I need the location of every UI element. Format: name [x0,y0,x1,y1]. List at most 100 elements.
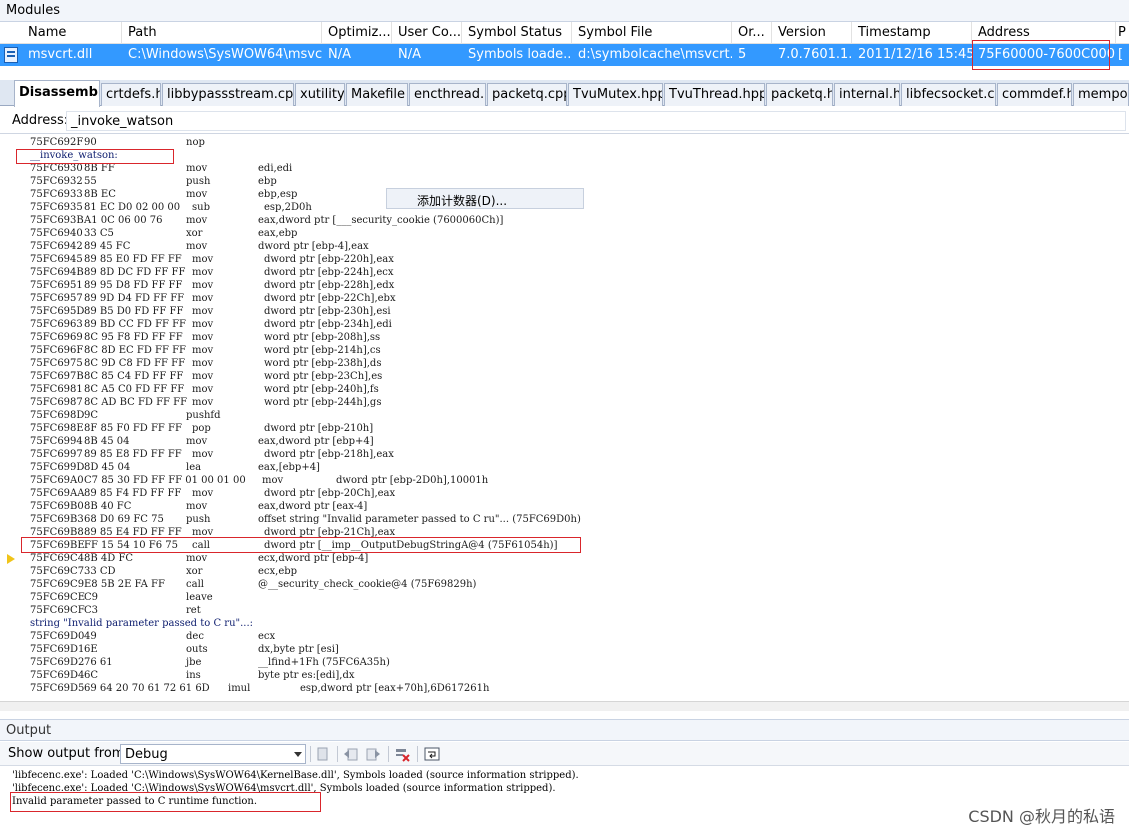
tab-tvuthread-hpp[interactable]: TvuThread.hpp [664,83,765,106]
disassembly-line[interactable]: 75FC69CF C3 ret [0,604,1129,617]
disassembly-line[interactable]: 75FC694B 89 8D DC FD FF FF mov dword ptr [e… [0,266,1129,279]
column-header-path[interactable]: Path [122,22,322,44]
disassembly-line[interactable]: 75FC69D5 69 64 20 70 61 72 61 6D imul esp,d… [0,682,1129,695]
disassembly-line[interactable]: 75FC69A0 C7 85 30 FD FF FF 01 00 01 00 mov… [0,474,1129,487]
disassembly-line[interactable]: 75FC695D 89 B5 D0 FD FF FF mov dword ptr [e… [0,305,1129,318]
modules-grid: Name Path Optimiz... User Co... Symbol S… [0,22,1129,70]
disassembly-line[interactable]: 75FC69D2 76 61 jbe __lfind+1Fh (75FC6A35h) [0,656,1129,669]
instruction-address: 75FC69D0 [30,631,85,642]
instruction-mnemonic: lea [186,462,202,473]
column-header-order[interactable]: Or... [732,22,772,44]
instruction-operands: ebp,esp [258,189,298,200]
tab-makefile[interactable]: Makefile [346,83,408,106]
tab-internal-h[interactable]: internal.h [834,83,900,106]
disassembly-line[interactable]: 75FC69D1 6E outs dx,byte ptr [esi] [0,643,1129,656]
disassembly-line[interactable]: 75FC6987 8C AD BC FD FF FF mov word ptr [eb… [0,396,1129,409]
tab-libbypassstream-cpp[interactable]: libbypassstream.cpp [162,83,294,106]
disassembly-line[interactable]: 75FC69B3 68 D0 69 FC 75 push offset string … [0,513,1129,526]
instruction-mnemonic: ret [186,605,201,616]
disassembly-line[interactable]: 75FC69D4 6C ins byte ptr es:[edi],dx [0,669,1129,682]
instruction-operands: dword ptr [ebp-20Ch],eax [264,488,396,499]
disassembly-label: string "Invalid parameter passed to C ru… [30,618,254,629]
tab-tvumutex-hpp[interactable]: TvuMutex.hpp [568,83,663,106]
tab-crtdefs-h[interactable]: crtdefs.h [101,83,161,106]
tab-xutility[interactable]: xutility [295,83,345,106]
disassembly-line[interactable]: 75FC6942 89 45 FC mov dword ptr [ebp-4],eax [0,240,1129,253]
disassembly-line[interactable]: 75FC69C9 E8 5B 2E FA FF call @__security_ch… [0,578,1129,591]
disassembly-line[interactable]: 75FC6957 89 9D D4 FD FF FF mov dword ptr [e… [0,292,1129,305]
column-header-name[interactable]: Name [22,22,122,44]
instruction-mnemonic: mov [192,293,214,304]
disassembly-line[interactable]: 75FC692F 90 nop [0,136,1129,149]
tab-encthread-h[interactable]: encthread.h [409,83,486,106]
tab-packetq-cpp[interactable]: packetq.cpp [487,83,567,106]
instruction-mnemonic: mov [192,371,214,382]
disassembly-view[interactable]: 75FC69D5 69 64 20 70 61 72 61 6D imul esp,d… [0,134,1129,701]
toggle-word-wrap-icon[interactable] [423,745,441,763]
instruction-bytes: 8F 85 F0 FD FF FF [84,423,182,434]
find-source-icon[interactable] [314,745,332,763]
column-header-version[interactable]: Version [772,22,852,44]
tab-commdef-h[interactable]: commdef.h [997,83,1072,106]
tab-packetq-h[interactable]: packetq.h [766,83,833,106]
clear-all-icon[interactable] [393,745,411,763]
disassembly-line[interactable]: 75FC6969 8C 95 F8 FD FF FF mov word ptr [eb… [0,331,1129,344]
instruction-address: 75FC695D [30,306,85,317]
disassembly-line[interactable]: 75FC6975 8C 9D C8 FD FF FF mov word ptr [eb… [0,357,1129,370]
instruction-mnemonic: push [186,514,211,525]
disassembly-line[interactable]: 75FC696F 8C 8D EC FD FF FF mov word ptr [eb… [0,344,1129,357]
instruction-operands: ecx [258,631,276,642]
disassembly-label-line[interactable]: string "Invalid parameter passed to C ru… [0,617,1129,630]
column-header-optimized[interactable]: Optimiz... [322,22,392,44]
disassembly-line[interactable]: 75FC6945 89 85 E0 FD FF FF mov dword ptr [e… [0,253,1129,266]
output-source-select[interactable]: Debug [120,744,306,764]
column-header-process[interactable]: P [1116,22,1129,44]
disassembly-line[interactable]: 75FC6951 89 95 D8 FD FF FF mov dword ptr [e… [0,279,1129,292]
instruction-address: 75FC699D [30,462,85,473]
address-input[interactable]: _invoke_watson [66,111,1126,131]
go-to-next-message-icon[interactable] [364,745,382,763]
instruction-bytes: 89 BD CC FD FF FF [84,319,186,330]
disassembly-line[interactable]: 75FC69C4 8B 4D FC mov ecx,dword ptr [ebp-4] [0,552,1129,565]
output-line: 'libfecenc.exe': Loaded 'C:\Windows\SysW… [12,770,579,781]
disassembly-line[interactable]: 75FC69C7 33 CD xor ecx,ebp [0,565,1129,578]
instruction-mnemonic: call [186,579,204,590]
disassembly-line[interactable]: 75FC6997 89 85 E8 FD FF FF mov dword ptr [e… [0,448,1129,461]
go-to-previous-message-icon[interactable] [342,745,360,763]
instruction-address: 75FC6932 [30,176,83,187]
disassembly-line[interactable]: 75FC698E 8F 85 F0 FD FF FF pop dword ptr [e… [0,422,1129,435]
instruction-operands: word ptr [ebp-208h],ss [264,332,381,343]
disassembly-line[interactable]: 75FC69B0 8B 40 FC mov eax,dword ptr [eax-4] [0,500,1129,513]
disassembly-line[interactable]: 75FC693B A1 0C 06 00 76 mov eax,dword ptr [… [0,214,1129,227]
disassembly-line[interactable]: 75FC6932 55 push ebp [0,175,1129,188]
disassembly-line[interactable]: 75FC69AA 89 85 F4 FD FF FF mov dword ptr [e… [0,487,1129,500]
disassembly-horizontal-scrollbar[interactable] [0,701,1129,711]
disassembly-line[interactable]: 75FC69D0 49 dec ecx [0,630,1129,643]
instruction-mnemonic: mov [262,475,284,486]
toolbar-separator [417,746,418,762]
tab-libfecsocket-cc[interactable]: libfecsocket.cc [901,83,996,106]
instruction-bytes: 8C 95 F8 FD FF FF [84,332,183,343]
output-text-area[interactable]: 'libfecenc.exe': Loaded 'C:\Windows\SysW… [0,767,1129,831]
instruction-address: 75FC69D5 [30,683,85,694]
module-row-msvcrt[interactable]: msvcrt.dll C:\Windows\SysWOW64\msvc... N… [0,44,1129,66]
context-menu-add-counter[interactable]: 添加计数器(D)... [386,188,584,209]
instruction-bytes: 8B 40 FC [84,501,132,512]
disassembly-line[interactable]: 75FC697B 8C 85 C4 FD FF FF mov word ptr [eb… [0,370,1129,383]
disassembly-line[interactable]: 75FC699D 8D 45 04 lea eax,[ebp+4] [0,461,1129,474]
disassembly-line[interactable]: 75FC6994 8B 45 04 mov eax,dword ptr [ebp+4] [0,435,1129,448]
instruction-bytes: 8B 45 04 [84,436,130,447]
disassembly-line[interactable]: 75FC6940 33 C5 xor eax,ebp [0,227,1129,240]
column-header-symbol-status[interactable]: Symbol Status [462,22,572,44]
column-header-timestamp[interactable]: Timestamp [852,22,972,44]
disassembly-line[interactable]: 75FC69CE C9 leave [0,591,1129,604]
instruction-address: 75FC6994 [30,436,83,447]
column-header-symbol-file[interactable]: Symbol File [572,22,732,44]
disassembly-line[interactable]: 75FC698D 9C pushfd [0,409,1129,422]
instruction-operands: esp,2D0h [264,202,312,213]
tab-mempool[interactable]: mempo [1073,83,1129,106]
column-header-user-code[interactable]: User Co... [392,22,462,44]
disassembly-line[interactable]: 75FC6963 89 BD CC FD FF FF mov dword ptr [e… [0,318,1129,331]
tab-disassembly[interactable]: Disassembly [14,80,100,107]
disassembly-line[interactable]: 75FC6981 8C A5 C0 FD FF FF mov word ptr [eb… [0,383,1129,396]
